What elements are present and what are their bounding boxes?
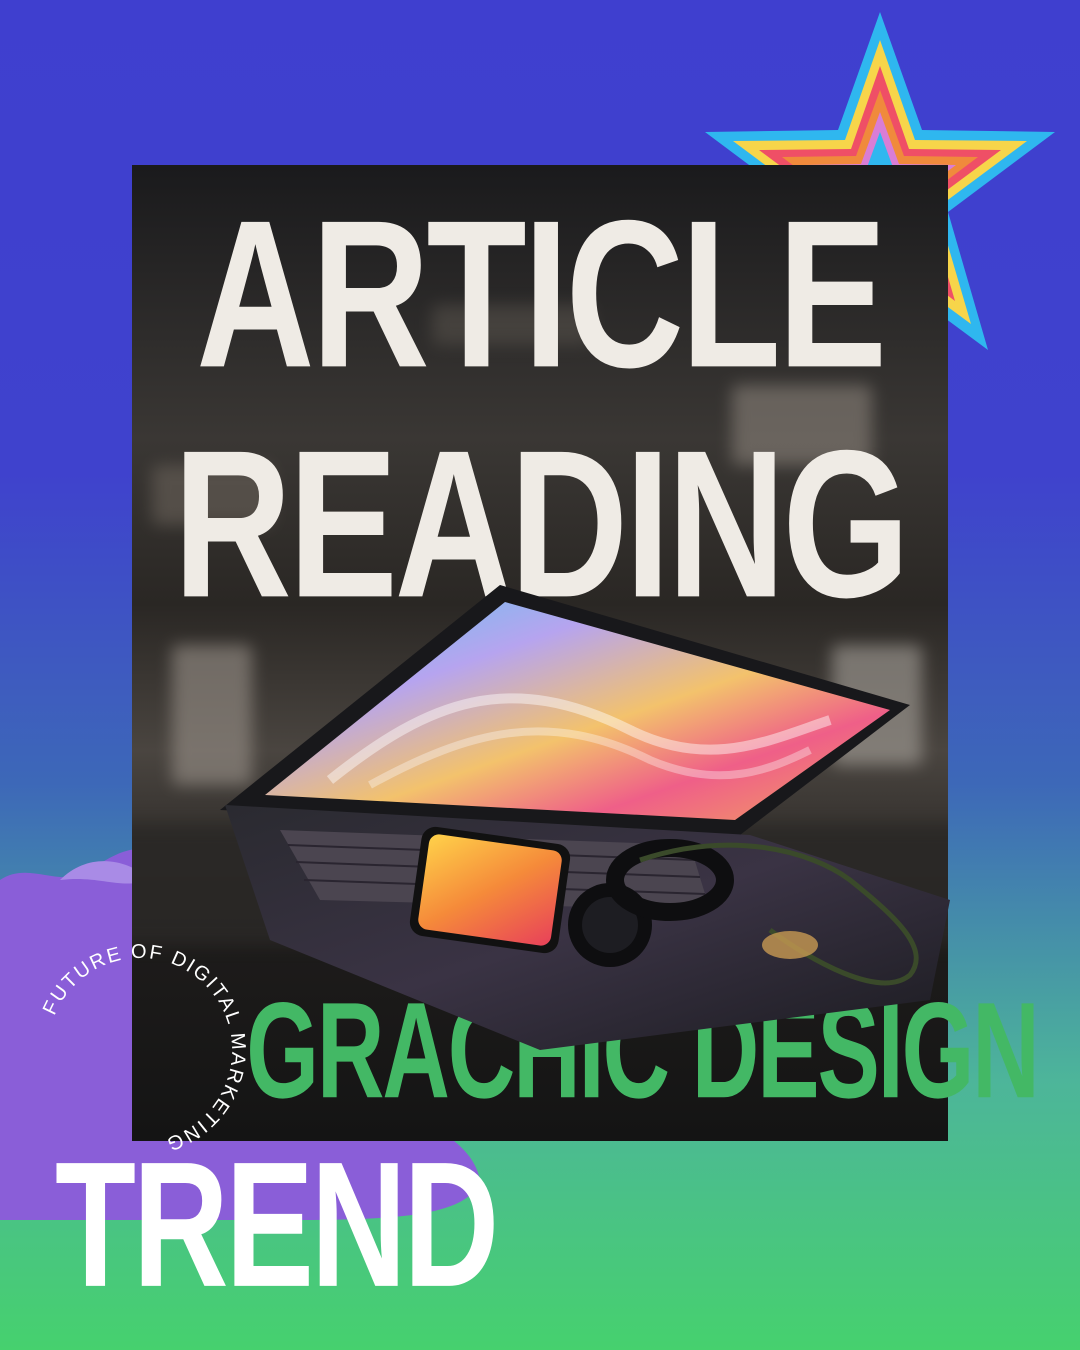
trend-word: TREND: [55, 1125, 499, 1325]
svg-text:FUTURE OF DIGITAL MARKETING: FUTURE OF DIGITAL MARKETING: [39, 941, 250, 1155]
circular-tagline-text: FUTURE OF DIGITAL MARKETING: [39, 941, 248, 1155]
phone-screen: [418, 834, 562, 946]
headline-line-1: ARTICLE: [196, 177, 887, 412]
laptop-photo: [220, 585, 950, 1050]
